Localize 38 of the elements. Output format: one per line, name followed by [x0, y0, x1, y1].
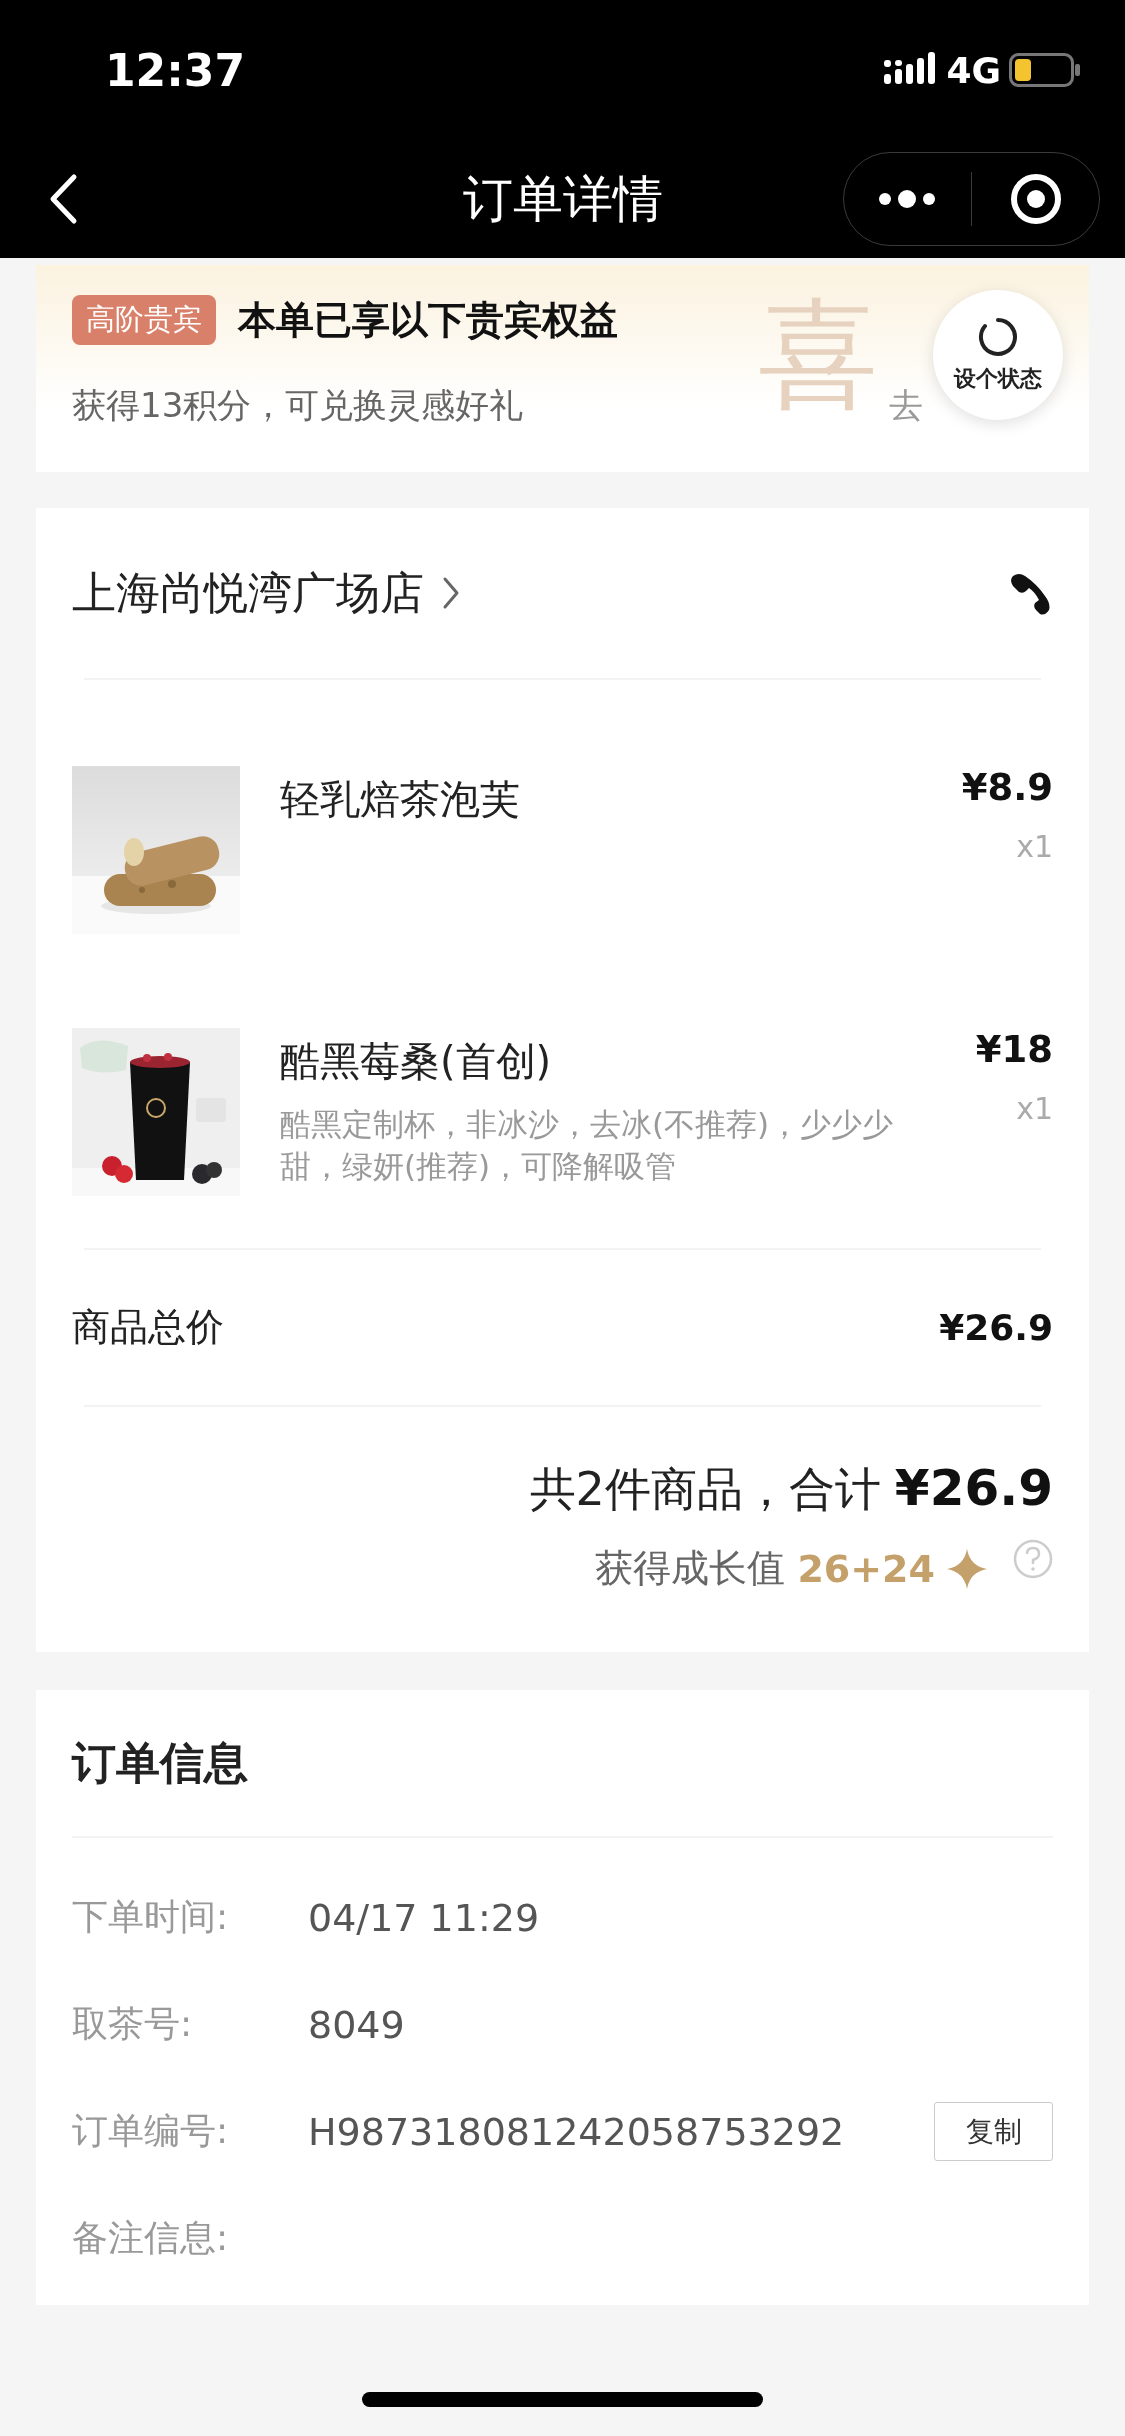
- growth-label: 获得成长值: [595, 1545, 786, 1592]
- back-icon[interactable]: [48, 173, 78, 225]
- store-link[interactable]: 上海尚悦湾广场店: [72, 563, 460, 623]
- decorative-character: 喜: [758, 295, 878, 415]
- info-label: 订单编号:: [72, 2109, 230, 2153]
- target-icon: [1008, 172, 1063, 226]
- info-label: 备注信息:: [72, 2216, 230, 2260]
- info-label: 取茶号:: [72, 2002, 194, 2046]
- copy-button[interactable]: 复制: [934, 2102, 1053, 2161]
- page-title: 订单详情: [462, 169, 663, 228]
- ring-icon: [977, 316, 1019, 358]
- product-price: ¥18: [975, 1028, 1053, 1071]
- subtotal-value: ¥26.9: [939, 1307, 1053, 1348]
- status-time: 12:37: [105, 44, 247, 96]
- more-icon: [878, 189, 937, 209]
- info-label: 下单时间:: [72, 1895, 230, 1939]
- product-name: 酷黑莓桑(首创): [280, 1037, 553, 1086]
- info-value: 04/17 11:29: [308, 1895, 541, 1940]
- set-status-button[interactable]: 设个状态: [933, 290, 1063, 420]
- product-price: ¥8.9: [961, 766, 1053, 809]
- vip-badge: 高阶贵宾: [72, 295, 216, 345]
- total-amount: ¥26.9: [894, 1459, 1053, 1517]
- benefit-title: 本单已享以下贵宾权益: [238, 296, 618, 344]
- product-quantity: x1: [1016, 1091, 1053, 1126]
- chevron-icon: [442, 576, 460, 610]
- sparkle-icon: [947, 1548, 987, 1589]
- product-quantity: x1: [1016, 829, 1053, 864]
- points-text: 获得13积分，可兑换灵感好礼: [72, 384, 525, 427]
- subtotal-label: 商品总价: [72, 1304, 225, 1351]
- growth-value: 26+24: [797, 1546, 935, 1591]
- battery-icon: [1009, 53, 1081, 87]
- product-options: 酷黑定制杯，非冰沙，去冰(不推荐)，少少少甜，绿妍(推荐)，可降解吸管: [280, 1103, 920, 1187]
- section-title: 订单信息: [72, 1735, 248, 1790]
- info-value: 8049: [308, 2002, 406, 2047]
- total-text: 共2件商品，合计: [529, 1461, 881, 1518]
- network-label: 4G: [946, 49, 1001, 91]
- info-value: H987318081242058753292: [308, 2109, 846, 2154]
- product-name: 轻乳焙茶泡芙: [280, 775, 521, 824]
